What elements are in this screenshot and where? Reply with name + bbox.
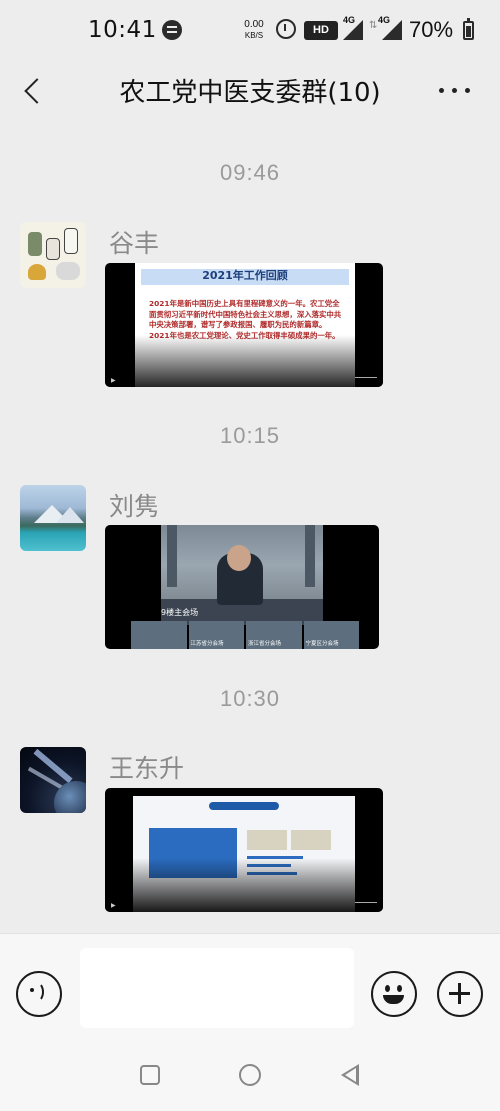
message-timestamp: 10:15 [219,423,281,448]
data-arrows-icon: ⇅ [369,20,378,31]
speaker-head [227,545,251,571]
signal-icon [382,20,402,40]
conference-thumbnail: 江苏省分会场 [188,621,244,649]
emoji-mouth [383,995,404,1004]
battery-percent: 70% [409,17,454,42]
conference-thumbnail [131,621,187,649]
video-controls: ▶ [111,902,377,909]
chat-messages[interactable]: 09:46 谷丰 2021年工作回顾 2021年是新中国历史上具有里程碑意义的一… [0,118,500,933]
chat-title: 农工党中医支委群(10) [119,78,381,108]
voice-icon[interactable] [16,971,62,1017]
conference-thumbnail: 宁夏区分会场 [303,621,359,649]
dot [465,88,470,93]
home-icon[interactable] [239,1064,261,1086]
figure [56,262,80,280]
curtain [305,525,315,587]
progress-track [355,902,377,908]
battery-icon [463,18,474,40]
signal-icon [343,20,363,40]
status-time: 10:41 [88,17,157,43]
network-speed-unit: KB/S [244,31,264,40]
emoji-eye [385,985,390,992]
message-icon [162,20,182,40]
emoji-icon[interactable] [371,971,417,1017]
conference-thumbnails: 江苏省分会场 浙江省分会场 宁夏区分会场 [131,621,359,649]
message-timestamp: 09:46 [219,160,281,185]
hd-badge: HD [304,21,338,40]
sender-name: 王东升 [109,754,185,783]
avatar[interactable] [20,747,86,813]
slide-title-bar [209,802,279,810]
slide-image [247,830,287,850]
thumbnail-label: 宁夏区分会场 [305,641,339,647]
figure [46,238,60,260]
emoji-eye [397,985,402,992]
status-bar: 10:41 0.00 KB/S HD 4G ⇅ 4G 70% [0,0,500,62]
more-horizontal-icon[interactable] [434,76,474,104]
input-bar [0,933,500,1044]
dot [452,88,457,93]
network-speed: 0.00 KB/S [238,19,270,41]
sender-name: 谷丰 [109,229,160,258]
chevron-left-icon[interactable] [18,74,48,106]
network-speed-value: 0.00 [244,19,264,30]
message-timestamp: 10:30 [219,686,281,711]
message-input[interactable] [80,948,354,1028]
play-icon: ▶ [111,902,116,909]
alarm-icon [276,19,296,39]
venue-label: 9楼主会场 [161,608,199,617]
slide-image [291,830,331,850]
progress-track [355,377,377,383]
plus-icon[interactable] [437,971,483,1017]
chat-header: 农工党中医支委群(10) [0,62,500,118]
curtain [167,525,177,587]
light-beam [33,748,73,784]
video-message[interactable]: ▶ [105,788,383,912]
back-icon[interactable] [341,1064,359,1086]
mountain-shape [56,507,84,523]
dot [439,88,444,93]
figure [64,228,78,254]
recents-icon[interactable] [140,1065,160,1085]
video-controls: ▶ [111,377,377,384]
conference-thumbnail: 浙江省分会场 [246,621,302,649]
slide-title: 2021年工作回顾 [202,269,288,282]
avatar[interactable] [20,485,86,551]
video-message[interactable]: 2021年工作回顾 2021年是新中国历史上具有里程碑意义的一年。农工党全面贯彻… [105,263,383,387]
avatar[interactable] [20,222,86,288]
figure [28,232,42,256]
sender-name: 刘隽 [109,492,160,521]
figure [28,264,46,280]
thumbnail-label: 江苏省分会场 [190,641,224,647]
thumbnail-label: 浙江省分会场 [248,641,282,647]
system-nav-bar [0,1043,500,1111]
play-icon: ▶ [111,377,116,384]
video-message[interactable]: 9楼主会场 江苏省分会场 浙江省分会场 宁夏区分会场 [105,525,379,649]
